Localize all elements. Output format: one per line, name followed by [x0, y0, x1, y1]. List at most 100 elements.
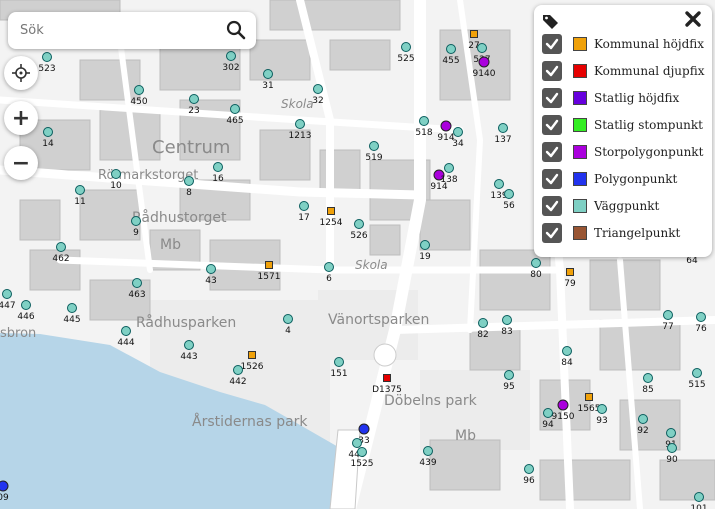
survey-point-marker[interactable]: [692, 368, 702, 378]
survey-point-marker[interactable]: [597, 404, 607, 414]
legend-swatch: [573, 145, 587, 159]
survey-point-marker[interactable]: [0, 480, 9, 492]
survey-point-marker[interactable]: [477, 43, 487, 53]
survey-point-marker[interactable]: [494, 179, 504, 189]
survey-point-marker[interactable]: [2, 289, 12, 299]
survey-point-marker[interactable]: [327, 207, 335, 215]
legend-checkbox[interactable]: [542, 142, 562, 162]
survey-point-marker[interactable]: [313, 84, 323, 94]
survey-point-marker[interactable]: [524, 464, 534, 474]
survey-point-marker[interactable]: [111, 169, 121, 179]
survey-point-marker[interactable]: [401, 42, 411, 52]
search-icon[interactable]: [226, 20, 246, 40]
survey-point-marker[interactable]: [357, 447, 367, 457]
survey-point-marker[interactable]: [638, 414, 648, 424]
survey-point-marker[interactable]: [566, 268, 574, 276]
survey-point-marker[interactable]: [134, 85, 144, 95]
survey-point-marker[interactable]: [75, 185, 85, 195]
survey-point-marker[interactable]: [667, 443, 677, 453]
survey-point-marker[interactable]: [299, 201, 309, 211]
search-input[interactable]: [18, 22, 222, 39]
survey-point-marker[interactable]: [263, 69, 273, 79]
survey-point-marker[interactable]: [324, 262, 334, 272]
survey-point-marker[interactable]: [694, 492, 704, 502]
survey-point-marker[interactable]: [666, 428, 676, 438]
survey-point-marker[interactable]: [189, 94, 199, 104]
zoom-out-button[interactable]: −: [4, 146, 38, 180]
legend-item[interactable]: Triangelpunkt: [542, 222, 707, 244]
survey-point-marker[interactable]: [444, 163, 454, 173]
legend-label: Polygonpunkt: [594, 172, 678, 186]
survey-point-marker[interactable]: [502, 315, 512, 325]
survey-point-marker[interactable]: [531, 258, 541, 268]
survey-point-marker[interactable]: [470, 30, 478, 38]
survey-point-marker[interactable]: [295, 119, 305, 129]
survey-point-marker[interactable]: [184, 340, 194, 350]
legend-item[interactable]: Polygonpunkt: [542, 168, 707, 190]
legend-item[interactable]: Statlig höjdfix: [542, 87, 707, 109]
survey-point-marker[interactable]: [43, 127, 53, 137]
survey-point-marker[interactable]: [358, 423, 370, 435]
survey-point-marker[interactable]: [233, 365, 243, 375]
survey-point-marker[interactable]: [696, 312, 706, 322]
survey-point-marker[interactable]: [585, 393, 593, 401]
survey-point-marker[interactable]: [352, 438, 362, 448]
legend-item[interactable]: Kommunal höjdfix: [542, 33, 707, 55]
legend-item[interactable]: Kommunal djupfix: [542, 60, 707, 82]
survey-point-label: 9140: [473, 69, 496, 79]
survey-point-marker[interactable]: [423, 446, 433, 456]
zoom-in-button[interactable]: +: [4, 101, 38, 135]
survey-point-marker[interactable]: [383, 374, 391, 382]
survey-point-marker[interactable]: [354, 219, 364, 229]
survey-point-label: 14: [42, 139, 54, 149]
survey-point-marker[interactable]: [369, 141, 379, 151]
survey-point-marker[interactable]: [543, 408, 553, 418]
locate-button[interactable]: [4, 56, 38, 90]
legend-checkbox[interactable]: [542, 115, 562, 135]
survey-point-marker[interactable]: [453, 127, 463, 137]
survey-point-marker[interactable]: [56, 242, 66, 252]
legend-item[interactable]: Statlig stompunkt: [542, 114, 707, 136]
survey-point-label: 11: [74, 197, 85, 207]
survey-point-label: 9: [133, 228, 139, 238]
survey-point-marker[interactable]: [21, 300, 31, 310]
survey-point-marker[interactable]: [440, 120, 452, 132]
survey-point-marker[interactable]: [334, 357, 344, 367]
legend-checkbox[interactable]: [542, 61, 562, 81]
survey-point-marker[interactable]: [478, 56, 490, 68]
close-icon[interactable]: [684, 10, 702, 28]
legend-item[interactable]: Storpolygonpunkt: [542, 141, 707, 163]
survey-point-label: 442: [229, 377, 246, 387]
survey-point-marker[interactable]: [265, 261, 273, 269]
legend-item[interactable]: Väggpunkt: [542, 195, 707, 217]
survey-point-marker[interactable]: [132, 278, 142, 288]
survey-point-marker[interactable]: [42, 52, 52, 62]
legend-checkbox[interactable]: [542, 169, 562, 189]
survey-point-marker[interactable]: [446, 44, 456, 54]
legend-checkbox[interactable]: [542, 196, 562, 216]
legend-checkbox[interactable]: [542, 34, 562, 54]
survey-point-label: 64: [686, 256, 698, 266]
survey-point-marker[interactable]: [131, 216, 141, 226]
survey-point-marker[interactable]: [206, 264, 216, 274]
survey-point-marker[interactable]: [283, 314, 293, 324]
survey-point-marker[interactable]: [562, 346, 572, 356]
survey-point-marker[interactable]: [419, 116, 429, 126]
survey-point-marker[interactable]: [498, 123, 508, 133]
survey-point-marker[interactable]: [478, 318, 488, 328]
survey-point-marker[interactable]: [557, 399, 569, 411]
survey-point-marker[interactable]: [420, 240, 430, 250]
survey-point-marker[interactable]: [213, 162, 223, 172]
survey-point-marker[interactable]: [184, 176, 194, 186]
survey-point-marker[interactable]: [121, 326, 131, 336]
legend-checkbox[interactable]: [542, 223, 562, 243]
survey-point-marker[interactable]: [643, 373, 653, 383]
survey-point-marker[interactable]: [663, 310, 673, 320]
survey-point-marker[interactable]: [230, 104, 240, 114]
survey-point-marker[interactable]: [248, 351, 256, 359]
survey-point-marker[interactable]: [504, 370, 514, 380]
legend-checkbox[interactable]: [542, 88, 562, 108]
survey-point-marker[interactable]: [226, 51, 236, 61]
survey-point-marker[interactable]: [504, 189, 514, 199]
survey-point-marker[interactable]: [67, 303, 77, 313]
